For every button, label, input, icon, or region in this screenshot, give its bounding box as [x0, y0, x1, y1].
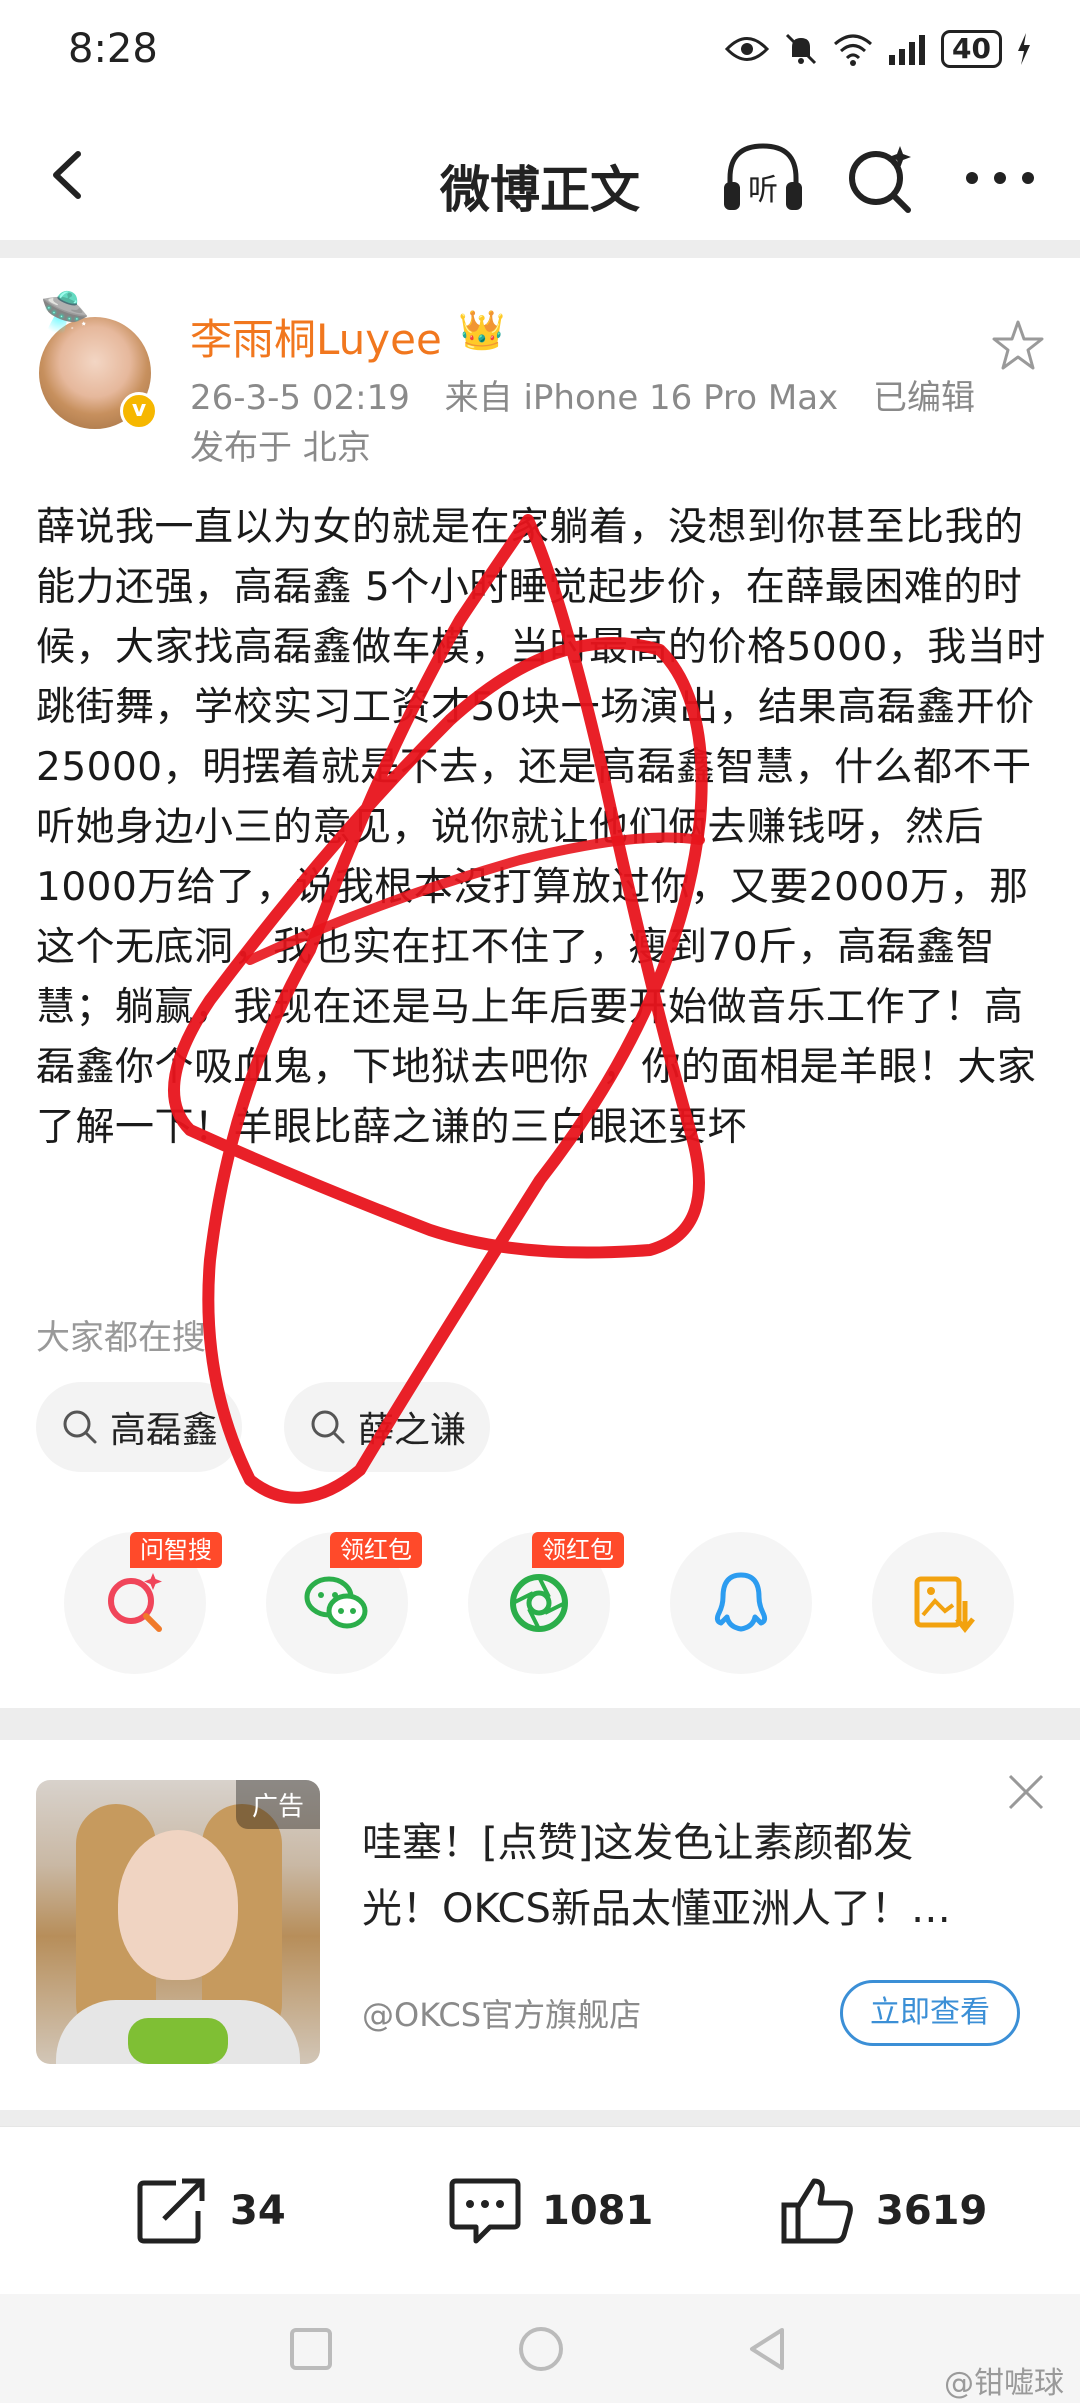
avatar[interactable]: 🛸 v: [32, 288, 162, 432]
search-chip-label: 薛之谦: [358, 1410, 467, 1451]
ai-search-tag: 问智搜: [130, 1532, 222, 1568]
nav-bar: 微博正文 听: [0, 110, 1080, 240]
bottom-action-bar: 34 1081 3619: [0, 2126, 1080, 2294]
post-meta: 26-3-5 02:19 来自 iPhone 16 Pro Max 已编辑: [190, 370, 999, 419]
comment-bubble-icon: [449, 2178, 521, 2244]
system-navigation-bar: [0, 2294, 1080, 2403]
author-name[interactable]: 李雨桐Luyee: [190, 306, 442, 367]
ad-headline-line-2: 光！OKCS新品太懂亚洲人了！…: [362, 1886, 951, 1932]
status-time: 8:28: [68, 26, 158, 72]
thumbs-up-icon: [781, 2178, 853, 2244]
moments-aperture-icon: [510, 1574, 568, 1632]
comment-button[interactable]: 1081: [446, 2171, 653, 2251]
comment-count: 1081: [542, 2188, 654, 2234]
post-date: 26-3-5 02:19: [190, 378, 410, 418]
crown-badge-icon: 👑: [458, 308, 506, 352]
like-button[interactable]: 3619: [780, 2171, 987, 2251]
battery-indicator: 40: [941, 30, 1002, 68]
ai-search-icon: [108, 1573, 162, 1632]
signal-icon: [889, 35, 926, 65]
search-chip-2[interactable]: 薛之谦: [284, 1382, 491, 1472]
ad-image[interactable]: 广告: [36, 1780, 320, 2064]
search-ai-icon[interactable]: [840, 140, 920, 216]
repost-share-icon: [137, 2178, 205, 2244]
trending-search-hint: 大家都在搜: [36, 1318, 206, 1358]
back-triangle-icon[interactable]: [742, 2324, 792, 2374]
post-source: 来自 iPhone 16 Pro Max: [444, 378, 839, 418]
ad-label: 广告: [235, 1780, 320, 1829]
post-edited: 已编辑: [872, 378, 975, 418]
red-packet-tag-1: 领红包: [330, 1532, 422, 1568]
status-bar: 8:28 40: [0, 0, 1080, 110]
repost-count: 34: [230, 2188, 286, 2234]
search-icon: [63, 1410, 97, 1444]
status-icons: 40: [725, 30, 1032, 68]
wechat-icon: [304, 1576, 368, 1629]
star-favorite-icon[interactable]: [990, 318, 1046, 374]
ad-headline-line-1: 哇塞！[点赞]这发色让素颜都发: [362, 1820, 914, 1866]
like-count: 3619: [876, 2188, 988, 2234]
headphones-listen-icon[interactable]: 听: [718, 138, 808, 218]
qq-penguin-icon: [714, 1572, 768, 1632]
save-image-button[interactable]: [872, 1532, 1014, 1674]
search-icon: [311, 1410, 345, 1444]
qq-share-button[interactable]: [670, 1532, 812, 1674]
ad-card[interactable]: 广告 哇塞！[点赞]这发色让素颜都发 光！OKCS新品太懂亚洲人了！… @OKC…: [0, 1740, 1080, 2110]
recent-apps-square-icon[interactable]: [286, 2324, 336, 2374]
eye-icon: [725, 37, 770, 61]
listen-label: 听: [748, 173, 778, 208]
search-chip-label: 高磊鑫: [110, 1410, 219, 1451]
ad-headline[interactable]: 哇塞！[点赞]这发色让素颜都发 光！OKCS新品太懂亚洲人了！…: [362, 1810, 1022, 1942]
home-circle-icon[interactable]: [516, 2324, 566, 2374]
more-options-icon[interactable]: [960, 140, 1040, 216]
ad-source[interactable]: @OKCS官方旗舰店: [362, 1990, 641, 2036]
post-body-text: 薛说我一直以为女的就是在家躺着，没想到你甚至比我的能力还强，高磊鑫 5个小时睡觉…: [36, 505, 1046, 1150]
search-chip-1[interactable]: 高磊鑫: [36, 1382, 243, 1472]
ufo-hat-icon: 🛸: [40, 289, 90, 335]
ad-view-now-button[interactable]: 立即查看: [840, 1980, 1020, 2046]
save-image-icon: [914, 1576, 975, 1634]
watermark: @钳嘘球: [944, 2366, 1064, 2401]
verified-badge-icon: v: [120, 392, 158, 430]
charging-icon: [1018, 33, 1030, 65]
red-packet-tag-2: 领红包: [532, 1532, 624, 1568]
mute-bell-icon: [785, 33, 817, 65]
post-card: 🛸 v 李雨桐Luyee 👑 26-3-5 02:19 来自 iPhone 16…: [0, 258, 1080, 1708]
wifi-icon: [834, 34, 873, 66]
close-ad-icon[interactable]: [1004, 1770, 1048, 1814]
repost-button[interactable]: 34: [134, 2171, 286, 2251]
post-location: 发布于 北京: [190, 428, 371, 468]
